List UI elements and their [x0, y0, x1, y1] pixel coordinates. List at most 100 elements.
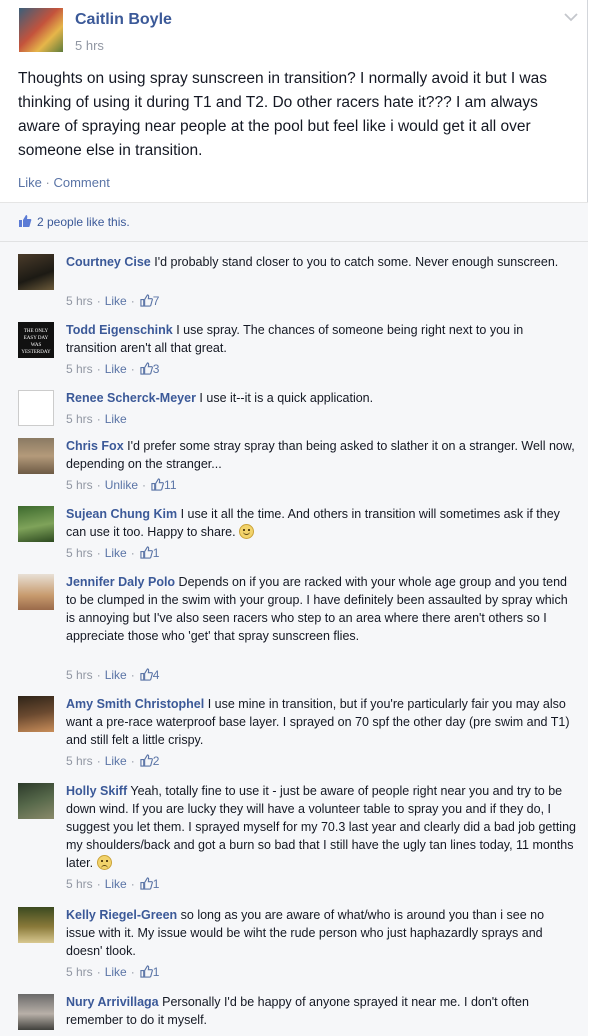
comment-like-link[interactable]: Like	[105, 668, 127, 682]
separator: ·	[96, 877, 101, 891]
commenter-avatar[interactable]	[18, 907, 54, 943]
comment-meta: 5 hrs · Like · 1	[66, 965, 159, 979]
like-link[interactable]: Like	[18, 175, 42, 190]
separator: ·	[45, 175, 50, 190]
comment-meta: 5 hrs · Like · 3	[66, 362, 159, 376]
comment-like-link[interactable]: Unlike	[105, 478, 138, 492]
comment-meta: 5 hrs · Like · 7	[66, 294, 159, 308]
separator: ·	[96, 478, 101, 492]
comments-list: Courtney Cise I'd probably stand closer …	[0, 242, 588, 1036]
frown-emoji-icon	[96, 855, 112, 870]
commenter-name[interactable]: Chris Fox	[66, 439, 124, 453]
comment-meta: 5 hrs · Like	[66, 412, 127, 426]
comment-time[interactable]: 5 hrs	[66, 877, 93, 891]
post-author[interactable]: Caitlin Boyle	[75, 11, 172, 29]
comment-like-count[interactable]: 1	[153, 965, 160, 979]
commenter-name[interactable]: Nury Arrivillaga	[66, 995, 159, 1009]
commenter-avatar[interactable]	[18, 696, 54, 732]
comment-time[interactable]: 5 hrs	[66, 412, 93, 426]
comment-like-count[interactable]: 11	[164, 478, 176, 492]
thumbs-up-icon[interactable]	[140, 965, 153, 978]
comment-like-count[interactable]: 4	[153, 668, 160, 682]
comment-like-count[interactable]: 1	[153, 877, 160, 891]
commenter-name[interactable]: Holly Skiff	[66, 784, 127, 798]
comment-text: Yeah, totally fine to use it - just be a…	[66, 784, 576, 870]
comment-text: I use it--it is a quick application.	[199, 391, 374, 405]
separator: ·	[130, 965, 135, 979]
thumbs-up-icon[interactable]	[140, 668, 153, 681]
separator: ·	[130, 877, 135, 891]
commenter-name[interactable]: Jennifer Daly Polo	[66, 575, 175, 589]
separator: ·	[142, 478, 147, 492]
comment-body: Courtney Cise I'd probably stand closer …	[66, 253, 576, 271]
thumbs-up-icon[interactable]	[140, 546, 153, 559]
comment-like-link[interactable]: Like	[105, 877, 127, 891]
comment-meta: 5 hrs · Like · 2	[66, 754, 159, 768]
thumbs-up-icon[interactable]	[151, 478, 164, 491]
post-actions: Like · Comment	[18, 175, 110, 190]
comment-text: I'd prefer some stray spray than being a…	[66, 439, 575, 471]
chevron-down-icon[interactable]	[563, 10, 579, 24]
comment-body: Todd Eigenschink I use spray. The chance…	[66, 321, 576, 357]
comment-like-link[interactable]: Like	[105, 294, 127, 308]
thumbs-up-icon[interactable]	[140, 877, 153, 890]
comment-like-count[interactable]: 7	[153, 294, 160, 308]
likes-summary: 2 people like this.	[0, 202, 588, 242]
commenter-avatar[interactable]	[18, 438, 54, 474]
commenter-avatar[interactable]	[18, 390, 54, 426]
comment-meta: 5 hrs · Like · 1	[66, 877, 159, 891]
thumbs-up-icon[interactable]	[140, 362, 153, 375]
commenter-name[interactable]: Sujean Chung Kim	[66, 507, 177, 521]
commenter-avatar[interactable]	[18, 506, 54, 542]
comment-body: Jennifer Daly Polo Depends on if you are…	[66, 573, 576, 645]
separator: ·	[130, 754, 135, 768]
commenter-name[interactable]: Renee Scherck-Meyer	[66, 391, 196, 405]
separator: ·	[96, 668, 101, 682]
comment-meta: 5 hrs · Like · 4	[66, 668, 159, 682]
comment-body: Chris Fox I'd prefer some stray spray th…	[66, 437, 576, 473]
separator: ·	[130, 546, 135, 560]
comment-time[interactable]: 5 hrs	[66, 294, 93, 308]
comment-like-count[interactable]: 1	[153, 546, 160, 560]
comment-link[interactable]: Comment	[53, 175, 109, 190]
comment-time[interactable]: 5 hrs	[66, 754, 93, 768]
comment-time[interactable]: 5 hrs	[66, 362, 93, 376]
comment-time[interactable]: 5 hrs	[66, 546, 93, 560]
separator: ·	[96, 294, 101, 308]
commenter-name[interactable]: Amy Smith Christophel	[66, 697, 204, 711]
commenter-name[interactable]: Courtney Cise	[66, 255, 151, 269]
commenter-avatar[interactable]	[18, 783, 54, 819]
thumbs-up-icon[interactable]	[140, 294, 153, 307]
likes-count-link[interactable]: 2 people like this.	[37, 215, 130, 229]
separator: ·	[130, 294, 135, 308]
thumbs-up-icon[interactable]	[140, 754, 153, 767]
comment-body: Nury Arrivillaga Personally I'd be happy…	[66, 993, 576, 1029]
commenter-name[interactable]: Todd Eigenschink	[66, 323, 173, 337]
comment-like-link[interactable]: Like	[105, 412, 127, 426]
thumbs-up-icon	[19, 215, 32, 227]
comment-like-count[interactable]: 2	[153, 754, 160, 768]
commenter-avatar[interactable]	[18, 574, 54, 610]
comment-like-link[interactable]: Like	[105, 754, 127, 768]
comment-like-count[interactable]: 3	[153, 362, 160, 376]
comment-body: Amy Smith Christophel I use mine in tran…	[66, 695, 576, 749]
separator: ·	[96, 362, 101, 376]
commenter-avatar[interactable]	[18, 254, 54, 290]
comment-like-link[interactable]: Like	[105, 546, 127, 560]
comment-body: Renee Scherck-Meyer I use it--it is a qu…	[66, 389, 576, 407]
comment-meta: 5 hrs · Like · 1	[66, 546, 159, 560]
comment-body: Sujean Chung Kim I use it all the time. …	[66, 505, 576, 541]
post-text: Thoughts on using spray sunscreen in tra…	[18, 70, 547, 159]
commenter-name[interactable]: Kelly Riegel-Green	[66, 908, 177, 922]
comment-body: Holly Skiff Yeah, totally fine to use it…	[66, 782, 576, 872]
comment-time[interactable]: 5 hrs	[66, 668, 93, 682]
commenter-avatar[interactable]	[18, 994, 54, 1030]
post-time[interactable]: 5 hrs	[75, 38, 104, 53]
author-avatar[interactable]	[19, 8, 63, 52]
comment-time[interactable]: 5 hrs	[66, 965, 93, 979]
commenter-avatar[interactable]: THE ONLY EASY DAY WAS YESTERDAY	[18, 322, 54, 358]
separator: ·	[96, 965, 101, 979]
comment-time[interactable]: 5 hrs	[66, 478, 93, 492]
comment-like-link[interactable]: Like	[105, 965, 127, 979]
comment-like-link[interactable]: Like	[105, 362, 127, 376]
